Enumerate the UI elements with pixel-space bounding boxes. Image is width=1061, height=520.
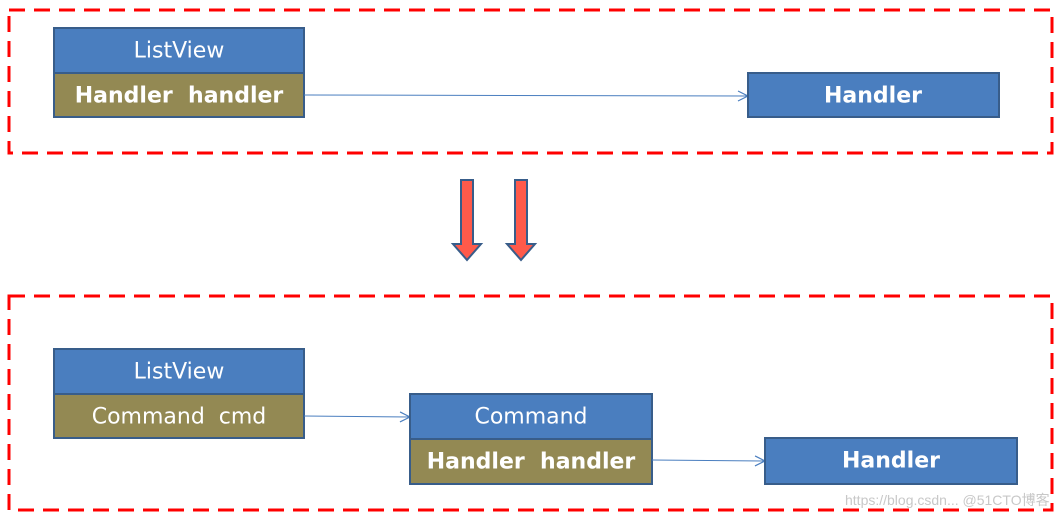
- handler-label: Handler: [824, 84, 922, 109]
- reference-arrow: [303, 416, 410, 417]
- after-handler-box: Handler: [764, 437, 1018, 485]
- listview-title: ListView: [134, 360, 225, 385]
- reference-arrow: [303, 95, 748, 96]
- command-title: Command: [474, 405, 587, 430]
- after-listview-box: ListView Command cmd: [53, 348, 305, 439]
- down-arrow-icon: [450, 179, 484, 262]
- down-arrow-icon: [504, 179, 538, 262]
- handler-field: Handler handler: [75, 84, 284, 109]
- listview-title: ListView: [134, 39, 225, 64]
- command-field: Command cmd: [92, 405, 267, 430]
- diagram: ListView Handler handler Handler ListVie…: [7, 8, 1054, 512]
- handler-field: Handler handler: [427, 450, 636, 475]
- watermark: https://blog.csdn... @51CTO博客: [845, 492, 1050, 508]
- before-handler-box: Handler: [747, 72, 1000, 118]
- command-box: Command Handler handler: [409, 393, 653, 485]
- reference-arrow: [651, 460, 765, 461]
- before-listview-box: ListView Handler handler: [53, 27, 305, 118]
- handler-label: Handler: [842, 449, 940, 474]
